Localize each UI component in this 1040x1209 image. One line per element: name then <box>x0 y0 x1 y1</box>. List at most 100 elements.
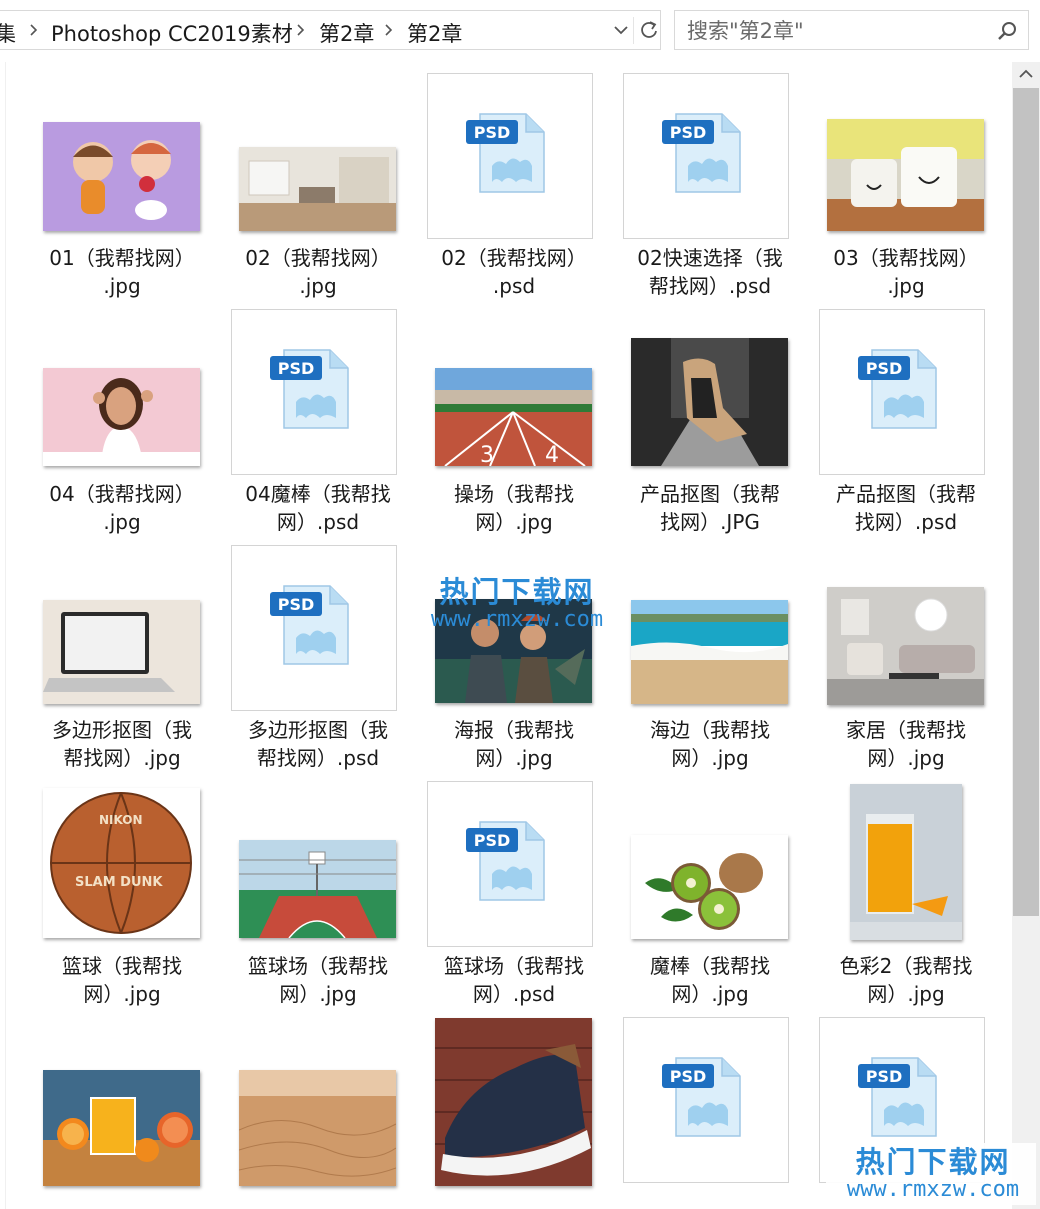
file-item[interactable]: PSD 多边形抠图（我 帮找网）.psd <box>220 544 416 780</box>
file-thumbnail[interactable] <box>808 72 1004 242</box>
file-item[interactable]: 04（我帮找网） .jpg <box>24 308 220 544</box>
watermark-corner-title: 热门下载网 <box>855 1145 1011 1179</box>
file-thumbnail[interactable] <box>24 72 220 242</box>
file-item[interactable]: 产品抠图（我帮 找网）.JPG <box>612 308 808 544</box>
file-item[interactable] <box>24 1016 220 1209</box>
file-item[interactable]: PSD 02（我帮找网） .psd <box>416 72 612 308</box>
file-thumbnail[interactable]: PSD <box>808 308 1004 478</box>
file-thumbnail[interactable] <box>808 780 1004 950</box>
file-thumbnail[interactable] <box>24 544 220 714</box>
file-item[interactable]: 01（我帮找网） .jpg <box>24 72 220 308</box>
scroll-up-arrow-icon[interactable] <box>1012 62 1040 88</box>
scrollbar-thumb[interactable] <box>1013 88 1039 916</box>
file-item[interactable]: 海边（我帮找 网）.jpg <box>612 544 808 780</box>
file-name-line: 操场（我帮找 <box>454 482 574 506</box>
file-thumbnail[interactable]: PSD <box>416 72 612 242</box>
svg-text:PSD: PSD <box>278 595 315 614</box>
search-input[interactable] <box>685 15 989 47</box>
refresh-icon[interactable] <box>638 19 660 41</box>
chevron-right-icon[interactable] <box>384 21 393 39</box>
file-item[interactable]: 篮球场（我帮找 网）.jpg <box>220 780 416 1016</box>
file-item[interactable]: 魔棒（我帮找 网）.jpg <box>612 780 808 1016</box>
psd-thumbnail-frame: PSD <box>623 73 789 239</box>
file-thumbnail[interactable]: PSD <box>220 308 416 478</box>
file-item[interactable]: NIKON SLAM DUNK 篮球（我帮找 网）.jpg <box>24 780 220 1016</box>
psd-thumbnail-frame: PSD <box>231 309 397 475</box>
chevron-right-icon[interactable] <box>29 21 38 39</box>
file-item[interactable]: PSD 产品抠图（我帮 找网）.psd <box>808 308 1004 544</box>
file-item[interactable]: PSD <box>612 1016 808 1209</box>
file-name-label: 魔棒（我帮找 网）.jpg <box>612 952 808 1008</box>
file-item[interactable]: PSD 篮球场（我帮找 网）.psd <box>416 780 612 1016</box>
beach-thumbnail <box>631 600 788 704</box>
watermark-url: www.rmxzw.com <box>430 607 604 632</box>
file-thumbnail[interactable] <box>24 1016 220 1186</box>
psd-icon-wrap: PSD <box>462 812 558 912</box>
file-thumbnail[interactable] <box>416 1016 612 1186</box>
court-thumbnail <box>239 840 396 939</box>
svg-text:SLAM DUNK: SLAM DUNK <box>75 875 163 890</box>
file-item[interactable]: 03（我帮找网） .jpg <box>808 72 1004 308</box>
breadcrumb-chapter2-current[interactable]: 第2章 <box>407 18 462 48</box>
file-item[interactable]: 02（我帮找网） .jpg <box>220 72 416 308</box>
watermark: 热门下载网 www.rmxzw.com <box>412 576 622 632</box>
file-name-line: 网）.jpg <box>671 982 749 1006</box>
file-item[interactable]: 家居（我帮找 网）.jpg <box>808 544 1004 780</box>
psd-thumbnail-frame: PSD <box>623 1017 789 1183</box>
file-thumbnail[interactable]: PSD <box>416 780 612 950</box>
psd-icon-wrap: PSD <box>854 340 950 440</box>
psd-icon-wrap: PSD <box>658 1048 754 1148</box>
file-item[interactable]: PSD 04魔棒（我帮找 网）.psd <box>220 308 416 544</box>
file-name-line: 产品抠图（我帮 <box>836 482 976 506</box>
orange-juice-thumbnail <box>849 784 962 940</box>
file-thumbnail[interactable]: PSD <box>612 72 808 242</box>
file-thumbnail[interactable] <box>220 780 416 950</box>
file-name-line: 魔棒（我帮找 <box>650 954 770 978</box>
file-name-label: 海报（我帮找 网）.jpg <box>416 716 612 772</box>
file-item[interactable]: 多边形抠图（我 帮找网）.jpg <box>24 544 220 780</box>
file-thumbnail[interactable] <box>24 308 220 478</box>
cups-thumbnail <box>827 119 984 231</box>
file-name-line: .jpg <box>103 510 141 534</box>
file-thumbnail[interactable] <box>808 544 1004 714</box>
file-thumbnail[interactable]: PSD <box>220 544 416 714</box>
breadcrumb-collection[interactable]: 集 <box>0 18 16 48</box>
svg-text:NIKON: NIKON <box>99 813 143 827</box>
file-name-line: 帮找网）.psd <box>256 746 380 770</box>
file-item[interactable]: PSD 02快速选择（我 帮找网）.psd <box>612 72 808 308</box>
psd-file-icon: PSD <box>270 349 349 429</box>
file-thumbnail[interactable] <box>612 780 808 950</box>
file-thumbnail[interactable] <box>220 1016 416 1186</box>
breadcrumb-photoshop[interactable]: Photoshop CC2019素材 <box>51 18 293 48</box>
file-name-label: 01（我帮找网） .jpg <box>24 244 220 300</box>
svg-text:PSD: PSD <box>474 123 511 142</box>
file-thumbnail[interactable]: 34 <box>416 308 612 478</box>
file-name-label: 02（我帮找网） .jpg <box>220 244 416 300</box>
search-icon[interactable] <box>996 20 1018 42</box>
psd-file-icon: PSD <box>858 349 937 429</box>
file-name-line: 篮球场（我帮找 <box>248 954 388 978</box>
file-thumbnail[interactable] <box>612 308 808 478</box>
file-thumbnail[interactable] <box>220 72 416 242</box>
file-thumbnail[interactable] <box>612 544 808 714</box>
breadcrumb-chapter2[interactable]: 第2章 <box>319 18 374 48</box>
address-bar[interactable]: 集 Photoshop CC2019素材 第2章 第2章 <box>0 10 661 50</box>
file-thumbnail[interactable]: NIKON SLAM DUNK <box>24 780 220 950</box>
file-name-line: 网）.psd <box>276 510 360 534</box>
file-item[interactable] <box>220 1016 416 1209</box>
file-item[interactable] <box>416 1016 612 1209</box>
file-thumbnail[interactable]: PSD <box>612 1016 808 1186</box>
pane-divider <box>5 62 6 1209</box>
file-name-line: .jpg <box>299 274 337 298</box>
chevron-down-icon[interactable] <box>611 20 631 40</box>
file-item[interactable]: 色彩2（我帮找 网）.jpg <box>808 780 1004 1016</box>
psd-file-icon: PSD <box>270 585 349 665</box>
file-item[interactable]: 3 4 操场（我帮找 网）.jpg <box>416 308 612 544</box>
vertical-scrollbar[interactable] <box>1012 62 1040 1209</box>
psd-icon-wrap: PSD <box>854 1048 950 1148</box>
psd-icon-wrap: PSD <box>462 104 558 204</box>
file-name-label: 篮球（我帮找 网）.jpg <box>24 952 220 1008</box>
svg-text:3: 3 <box>480 443 494 466</box>
search-box[interactable] <box>674 10 1029 50</box>
chevron-right-icon[interactable] <box>296 21 305 39</box>
